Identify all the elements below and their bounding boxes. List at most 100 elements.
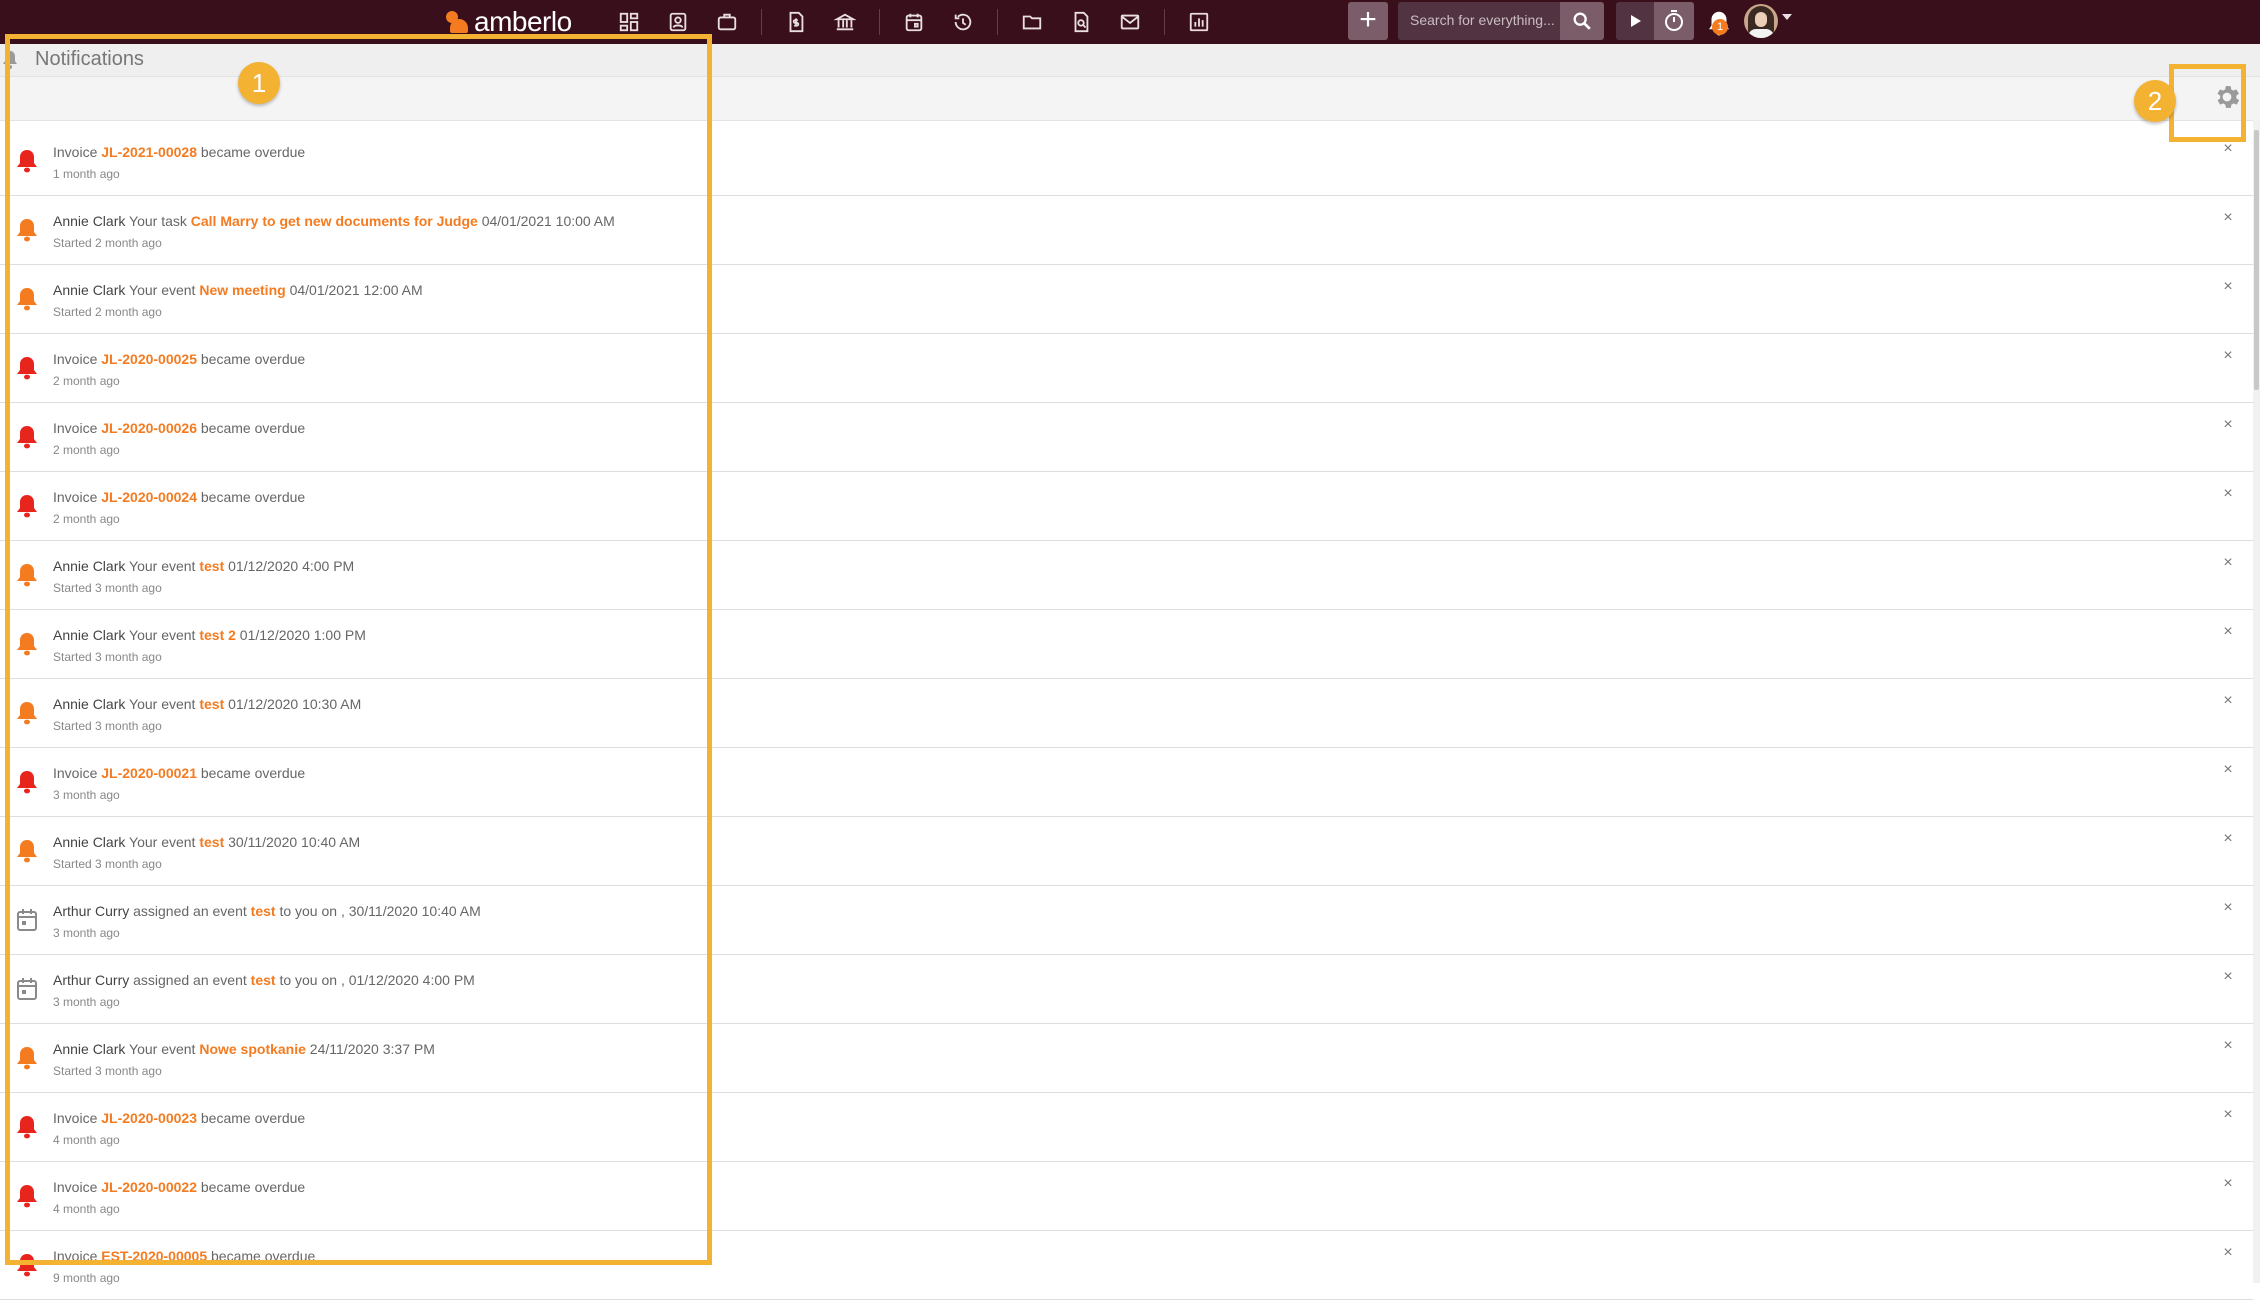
notification-link[interactable]: Nowe spotkanie [199,1041,306,1057]
close-icon[interactable]: × [2218,691,2238,711]
close-icon[interactable]: × [2218,484,2238,504]
module-navigation [614,7,1233,37]
search-input[interactable] [1398,2,1560,38]
notification-detail: became overdue [207,1248,316,1264]
nav-divider [997,9,998,35]
close-icon[interactable]: × [2218,622,2238,642]
contacts-icon[interactable] [663,7,693,37]
notification-link[interactable]: Call Marry to get new documents for Judg… [191,213,478,229]
notification-item[interactable]: Annie Clark Your event test 2 01/12/2020… [0,610,2253,679]
reminder-bell-icon [17,633,37,656]
notification-link[interactable]: test 2 [199,627,236,643]
notification-detail: 24/11/2020 3:37 PM [305,1041,435,1057]
reminder-bell-icon [17,288,37,311]
notification-link[interactable]: JL-2020-00026 [101,420,197,436]
notification-item[interactable]: Invoice JL-2020-00022 became overdue 4 mo… [0,1162,2253,1231]
close-icon[interactable]: × [2218,829,2238,849]
close-icon[interactable]: × [2218,1036,2238,1056]
scrollbar-thumb[interactable] [2254,130,2259,390]
notification-item[interactable]: Annie Clark Your event New meeting 04/01… [0,265,2253,334]
close-icon[interactable]: × [2218,277,2238,297]
notification-link[interactable]: JL-2021-00028 [101,144,197,160]
mail-icon[interactable] [1115,7,1145,37]
calendar-icon[interactable] [899,7,929,37]
stopwatch-button[interactable] [1654,2,1694,40]
notification-item[interactable]: Annie Clark Your task Call Marry to get … [0,196,2253,265]
overdue-bell-icon [17,1116,37,1139]
user-avatar[interactable] [1744,4,1778,38]
notification-message: Your event [125,696,200,712]
notification-text: Invoice JL-2020-00025 became overdue [53,351,305,367]
notification-item[interactable]: Annie Clark Your event test 01/12/2020 4… [0,541,2253,610]
callout-number-badge: 2 [2134,80,2176,122]
matters-icon[interactable] [712,7,742,37]
notification-link[interactable]: test [251,972,276,988]
amberlo-logo-icon [444,9,470,35]
search-icon [1573,12,1591,30]
notification-message: Invoice [53,1179,102,1195]
notification-text: Annie Clark Your event Nowe spotkanie 24… [53,1041,435,1057]
close-icon[interactable]: × [2218,346,2238,366]
notification-link[interactable]: test [199,834,224,850]
notification-item[interactable]: Invoice JL-2020-00026 became overdue 2 mo… [0,403,2253,472]
quick-add-button[interactable]: + [1348,2,1388,40]
notification-detail: 04/01/2021 12:00 AM [285,282,423,298]
dashboard-icon[interactable] [614,7,644,37]
notification-item[interactable]: Invoice JL-2020-00023 became overdue 4 mo… [0,1093,2253,1162]
notification-link[interactable]: JL-2020-00022 [101,1179,197,1195]
notification-item[interactable]: Annie Clark Your event test 30/11/2020 1… [0,817,2253,886]
notification-item[interactable]: Annie Clark Your event Nowe spotkanie 24… [0,1024,2253,1093]
close-icon[interactable]: × [2218,760,2238,780]
overdue-bell-icon [17,1185,37,1208]
notification-item[interactable]: Invoice EST-2020-00005 became overdue 9 m… [0,1231,2253,1300]
documents-icon[interactable] [1017,7,1047,37]
time-history-icon[interactable] [948,7,978,37]
search-button[interactable] [1560,2,1604,40]
notification-time: Started 3 month ago [53,719,162,733]
close-icon[interactable]: × [2218,1174,2238,1194]
notification-link[interactable]: JL-2020-00025 [101,351,197,367]
notification-time: 2 month ago [53,512,120,526]
notification-item[interactable]: Arthur Curry assigned an event test to y… [0,886,2253,955]
close-icon[interactable]: × [2218,553,2238,573]
close-icon[interactable]: × [2218,139,2238,159]
notification-link[interactable]: JL-2020-00021 [101,765,197,781]
notification-link[interactable]: JL-2020-00023 [101,1110,197,1126]
notification-link[interactable]: EST-2020-00005 [101,1248,207,1264]
notification-link[interactable]: test [199,696,224,712]
notification-link[interactable]: JL-2020-00024 [101,489,197,505]
notification-time: 2 month ago [53,443,120,457]
notification-text: Annie Clark Your event New meeting 04/01… [53,282,423,298]
document-templates-icon[interactable] [1066,7,1096,37]
close-icon[interactable]: × [2218,415,2238,435]
close-icon[interactable]: × [2218,208,2238,228]
notification-item[interactable]: Arthur Curry assigned an event test to y… [0,955,2253,1024]
notification-message: Your event [125,1041,200,1057]
notification-link[interactable]: New meeting [199,282,285,298]
notification-text: Annie Clark Your task Call Marry to get … [53,213,615,229]
invoices-icon[interactable] [781,7,811,37]
overdue-bell-icon [17,150,37,173]
nav-divider [879,9,880,35]
notification-item[interactable]: Invoice JL-2020-00021 became overdue 3 mo… [0,748,2253,817]
notification-link[interactable]: test [199,558,224,574]
notification-item[interactable]: Invoice JL-2020-00024 became overdue 2 mo… [0,472,2253,541]
chevron-down-icon[interactable] [1782,14,1792,20]
notification-item[interactable]: Invoice JL-2021-00028 became overdue 1 mo… [0,127,2253,196]
calendar-event-icon [17,909,37,931]
close-icon[interactable]: × [2218,967,2238,987]
notification-item[interactable]: Invoice JL-2020-00025 became overdue 2 mo… [0,334,2253,403]
start-timer-button[interactable] [1616,2,1654,40]
notification-link[interactable]: test [251,903,276,919]
reports-icon[interactable] [1184,7,1214,37]
notification-text: Arthur Curry assigned an event test to y… [53,972,475,988]
brand-logo[interactable]: amberlo [444,5,572,39]
close-icon[interactable]: × [2218,1105,2238,1125]
bank-icon[interactable] [830,7,860,37]
close-icon[interactable]: × [2218,1243,2238,1263]
notification-actor: Annie Clark [53,558,126,574]
close-icon[interactable]: × [2218,898,2238,918]
gear-icon[interactable] [2212,82,2242,112]
notification-text: Invoice EST-2020-00005 became overdue [53,1248,315,1264]
notification-item[interactable]: Annie Clark Your event test 01/12/2020 1… [0,679,2253,748]
